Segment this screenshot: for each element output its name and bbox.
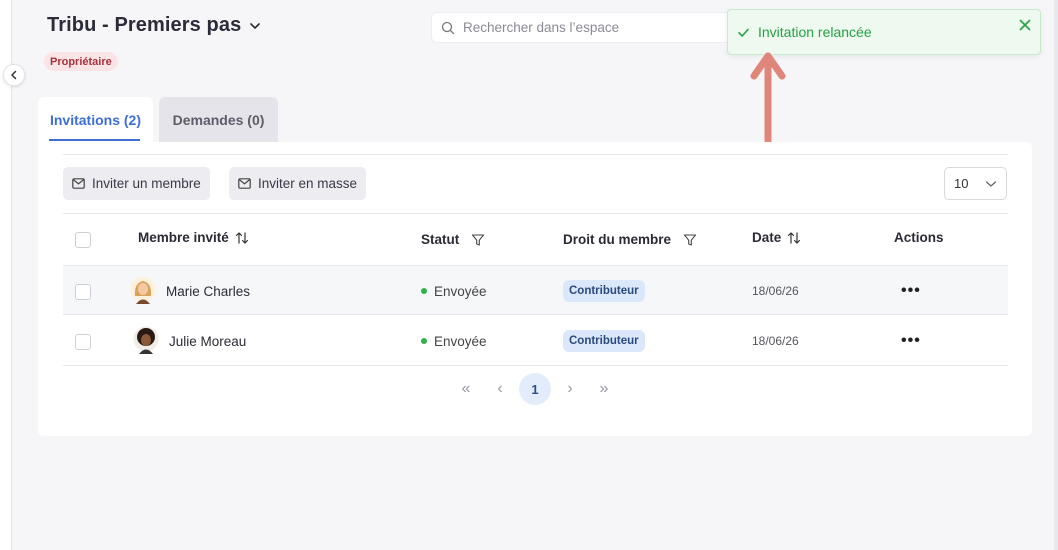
more-options-icon[interactable]: •••	[901, 282, 921, 300]
tab-invitations-label: Invitations (2)	[49, 111, 141, 128]
per-page-value: 10	[954, 176, 969, 191]
tab-demandes-label: Demandes (0)	[172, 111, 265, 128]
status-text: Envoyée	[434, 283, 487, 299]
date-cell: 18/06/26	[752, 266, 799, 316]
invite-bulk-label: Inviter en masse	[258, 176, 358, 191]
table-row[interactable]: Marie Charles Envoyée Contributeur 18/06…	[63, 265, 1008, 315]
mail-icon	[72, 178, 85, 189]
column-date-label: Date	[752, 230, 782, 245]
status-cell: Envoyée	[421, 316, 487, 366]
member-cell: Julie Moreau	[133, 316, 246, 366]
toast-message: Invitation relancée	[758, 24, 872, 40]
mail-icon	[238, 178, 251, 189]
role-pill: Contributeur	[563, 280, 645, 302]
search-box[interactable]	[431, 12, 731, 43]
date-text: 18/06/26	[752, 334, 799, 348]
column-header-actions: Actions	[894, 230, 944, 245]
column-header-member[interactable]: Membre invité	[138, 230, 249, 245]
invite-member-label: Inviter un membre	[92, 176, 201, 191]
pagination-next-button[interactable]: ›	[564, 373, 576, 405]
member-name: Marie Charles	[166, 283, 251, 299]
status-cell: Envoyée	[421, 266, 487, 316]
status-text: Envoyée	[434, 333, 487, 349]
search-icon	[441, 21, 455, 34]
pagination-prev-button[interactable]: ‹	[494, 373, 506, 405]
pagination-current-page[interactable]: 1	[519, 373, 551, 405]
tab-active-underline	[49, 139, 140, 141]
avatar	[133, 326, 159, 354]
column-member-label: Membre invité	[138, 230, 229, 245]
actions-cell[interactable]: •••	[901, 316, 921, 366]
status-dot	[421, 288, 427, 294]
table-row[interactable]: Julie Moreau Envoyée Contributeur 18/06/…	[63, 316, 1008, 366]
date-cell: 18/06/26	[752, 316, 799, 366]
filter-icon[interactable]	[471, 233, 485, 247]
check-icon	[738, 28, 749, 37]
column-header-date[interactable]: Date	[752, 230, 801, 245]
pagination-last-button[interactable]: »	[596, 373, 612, 405]
actions-cell[interactable]: •••	[901, 266, 921, 316]
search-input[interactable]	[463, 20, 723, 35]
more-options-icon[interactable]: •••	[901, 332, 921, 350]
row-checkbox[interactable]	[75, 334, 91, 350]
role-cell: Contributeur	[563, 266, 645, 316]
pagination: « ‹ 1 › »	[38, 373, 1032, 405]
column-role-label: Droit du membre	[563, 232, 672, 247]
member-cell: Marie Charles	[130, 266, 250, 316]
sidebar-collapse-button[interactable]	[3, 64, 25, 86]
tab-invitations[interactable]: Invitations (2)	[38, 97, 153, 142]
sort-icon	[788, 231, 801, 244]
column-status-label: Statut	[421, 232, 460, 247]
row-checkbox[interactable]	[75, 284, 91, 300]
sort-icon	[235, 231, 248, 244]
invitations-panel: Inviter un membre Inviter en masse 10 Me…	[38, 142, 1032, 436]
column-actions-label: Actions	[894, 230, 944, 245]
avatar	[130, 276, 156, 304]
close-icon[interactable]	[1018, 18, 1032, 32]
column-header-role[interactable]: Droit du membre	[563, 232, 697, 247]
pagination-first-button[interactable]: «	[458, 373, 474, 405]
space-selector[interactable]: Tribu - Premiers pas	[47, 14, 261, 37]
filter-icon[interactable]	[683, 233, 697, 247]
invite-bulk-button[interactable]: Inviter en masse	[229, 167, 367, 200]
date-text: 18/06/26	[752, 284, 799, 298]
right-scrollbar[interactable]	[1054, 0, 1058, 550]
role-badge: Propriétaire	[44, 52, 118, 71]
select-all-checkbox[interactable]	[75, 232, 91, 248]
status-dot	[421, 338, 427, 344]
chevron-down-icon	[250, 22, 261, 29]
per-page-select[interactable]: 10	[944, 167, 1007, 200]
invite-member-button[interactable]: Inviter un membre	[63, 167, 210, 200]
role-pill: Contributeur	[563, 330, 645, 352]
chevron-down-icon	[985, 181, 997, 187]
column-header-status[interactable]: Statut	[421, 232, 485, 247]
tab-demandes[interactable]: Demandes (0)	[159, 97, 278, 142]
chevron-left-icon	[11, 70, 17, 80]
member-name: Julie Moreau	[169, 333, 247, 349]
page-title: Tribu - Premiers pas	[47, 14, 242, 36]
table-border	[63, 213, 1008, 214]
divider	[63, 154, 1008, 155]
role-cell: Contributeur	[563, 316, 645, 366]
